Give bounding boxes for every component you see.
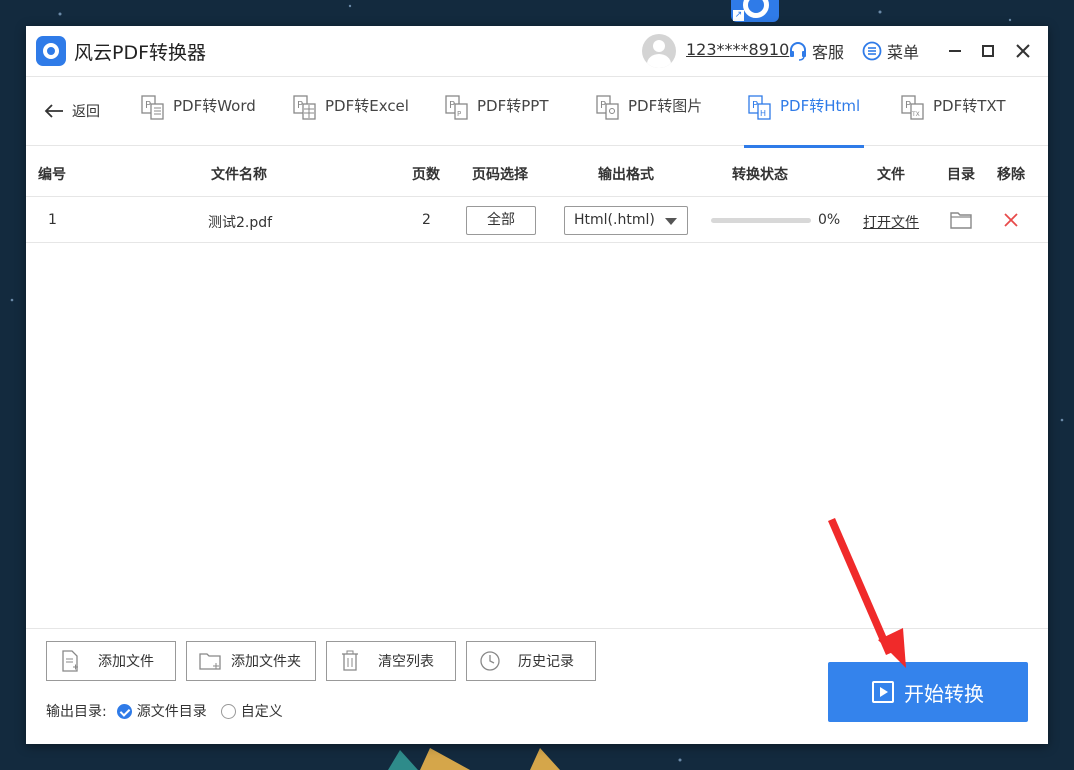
start-conversion-button[interactable]: 开始转换 <box>828 662 1028 722</box>
pdf-txt-icon: P TX <box>901 95 924 120</box>
col-header-file: 文件 <box>877 167 905 183</box>
col-header-directory: 目录 <box>947 167 975 183</box>
headset-icon <box>790 42 806 61</box>
user-account-link[interactable]: 123****8910 <box>686 40 789 59</box>
col-header-remove: 移除 <box>997 167 1025 183</box>
pdf-excel-icon: P <box>293 95 316 120</box>
svg-text:H: H <box>760 109 766 118</box>
pdf-ppt-icon: P P <box>445 95 468 120</box>
menu-label: 菜单 <box>887 43 920 62</box>
remove-icon[interactable] <box>1004 213 1018 227</box>
tab-pdf-to-html[interactable]: P H PDF转Html <box>743 95 865 148</box>
tab-pdf-to-ppt[interactable]: P P PDF转PPT <box>445 95 548 147</box>
output-directory-label: 输出目录: <box>46 704 107 720</box>
page-selection-button[interactable]: 全部 <box>466 206 536 235</box>
play-icon <box>872 681 894 703</box>
output-directory: 输出目录: 源文件目录 自定义 <box>46 701 283 721</box>
tab-label: PDF转Excel <box>325 97 409 115</box>
col-header-index: 编号 <box>38 167 66 183</box>
close-button[interactable] <box>1010 38 1036 64</box>
radio-custom-label: 自定义 <box>240 704 283 720</box>
maximize-icon <box>982 45 994 57</box>
svg-text:P: P <box>905 100 911 111</box>
tab-label: PDF转TXT <box>933 97 1006 115</box>
radio-checked-icon <box>116 703 132 719</box>
service-label: 客服 <box>812 43 845 62</box>
svg-text:TX: TX <box>911 111 920 118</box>
output-format-value: Html(.html) <box>574 212 655 228</box>
radio-source-label: 源文件目录 <box>136 704 207 720</box>
back-label: 返回 <box>72 104 100 120</box>
table-row: 1 测试2.pdf 2 全部 Html(.html) 0% 打开文件 <box>26 198 1048 243</box>
tab-label: PDF转PPT <box>477 97 549 115</box>
svg-text:P: P <box>457 110 461 118</box>
svg-text:P: P <box>752 100 758 111</box>
col-header-status: 转换状态 <box>732 167 788 183</box>
open-file-link[interactable]: 打开文件 <box>863 212 919 232</box>
tab-pdf-to-excel[interactable]: P PDF转Excel <box>293 95 409 147</box>
radio-unchecked-icon <box>220 703 236 719</box>
col-header-pages: 页数 <box>412 167 440 183</box>
clear-list-label: 清空列表 <box>378 654 434 670</box>
app-title: 风云PDF转换器 <box>74 42 207 64</box>
history-label: 历史记录 <box>518 654 574 670</box>
clear-list-button[interactable]: 清空列表 <box>326 641 456 681</box>
bottom-toolbar: 添加文件 添加文件夹 清空列表 历史记录 输出目录: 源文件目录 自定义 开始转… <box>26 628 1048 744</box>
chevron-down-icon <box>665 218 677 225</box>
add-file-button[interactable]: 添加文件 <box>46 641 176 681</box>
conversion-tabs: 返回 P PDF转Word P PDF转Excel P P PDF转PPT P … <box>26 76 1048 148</box>
pdf-word-icon: P <box>141 95 164 120</box>
back-button[interactable]: 返回 <box>44 101 100 121</box>
customer-service-button[interactable]: 客服 <box>788 39 844 63</box>
tab-pdf-to-image[interactable]: P PDF转图片 <box>596 95 702 147</box>
col-header-page-selection: 页码选择 <box>472 167 528 183</box>
row-index: 1 <box>48 212 57 228</box>
progress-percent: 0% <box>818 212 841 228</box>
maximize-button[interactable] <box>975 38 1001 64</box>
col-header-filename: 文件名称 <box>211 167 267 183</box>
svg-text:P: P <box>145 100 151 111</box>
app-window: 风云PDF转换器 123****8910 客服 菜单 返回 P PDF转Word… <box>26 26 1048 744</box>
tab-label: PDF转Word <box>173 97 256 115</box>
desktop-app-shortcut-icon[interactable]: ↗ <box>731 0 779 22</box>
add-folder-button[interactable]: 添加文件夹 <box>186 641 316 681</box>
col-header-format: 输出格式 <box>598 167 654 183</box>
radio-custom-directory[interactable]: 自定义 <box>220 701 283 721</box>
svg-text:P: P <box>600 100 606 111</box>
tab-label: PDF转Html <box>780 97 861 115</box>
row-pages: 2 <box>422 212 431 228</box>
app-logo-icon <box>36 36 66 66</box>
radio-source-directory[interactable]: 源文件目录 <box>116 701 207 721</box>
svg-text:P: P <box>449 100 455 111</box>
output-format-select[interactable]: Html(.html) <box>564 206 688 235</box>
svg-text:P: P <box>297 100 303 111</box>
arrow-left-icon <box>44 104 63 118</box>
start-conversion-label: 开始转换 <box>904 683 984 706</box>
close-icon <box>1016 44 1030 58</box>
row-filename: 测试2.pdf <box>208 215 273 231</box>
tab-pdf-to-word[interactable]: P PDF转Word <box>141 95 256 147</box>
list-menu-icon <box>862 41 882 61</box>
add-folder-label: 添加文件夹 <box>231 654 301 670</box>
conversion-progress-bar <box>711 218 811 223</box>
folder-icon[interactable] <box>950 210 972 230</box>
tab-label: PDF转图片 <box>628 97 703 115</box>
add-file-label: 添加文件 <box>98 654 154 670</box>
history-button[interactable]: 历史记录 <box>466 641 596 681</box>
avatar[interactable] <box>642 34 676 68</box>
minimize-icon <box>949 50 961 52</box>
menu-button[interactable]: 菜单 <box>862 39 919 63</box>
pdf-image-icon: P <box>596 95 619 120</box>
title-bar: 风云PDF转换器 123****8910 客服 菜单 <box>26 26 1048 76</box>
pdf-html-icon: P H <box>748 95 771 120</box>
minimize-button[interactable] <box>942 38 968 64</box>
file-table-header: 编号 文件名称 页数 页码选择 输出格式 转换状态 文件 目录 移除 <box>26 147 1048 197</box>
tab-pdf-to-txt[interactable]: P TX PDF转TXT <box>901 95 1006 147</box>
